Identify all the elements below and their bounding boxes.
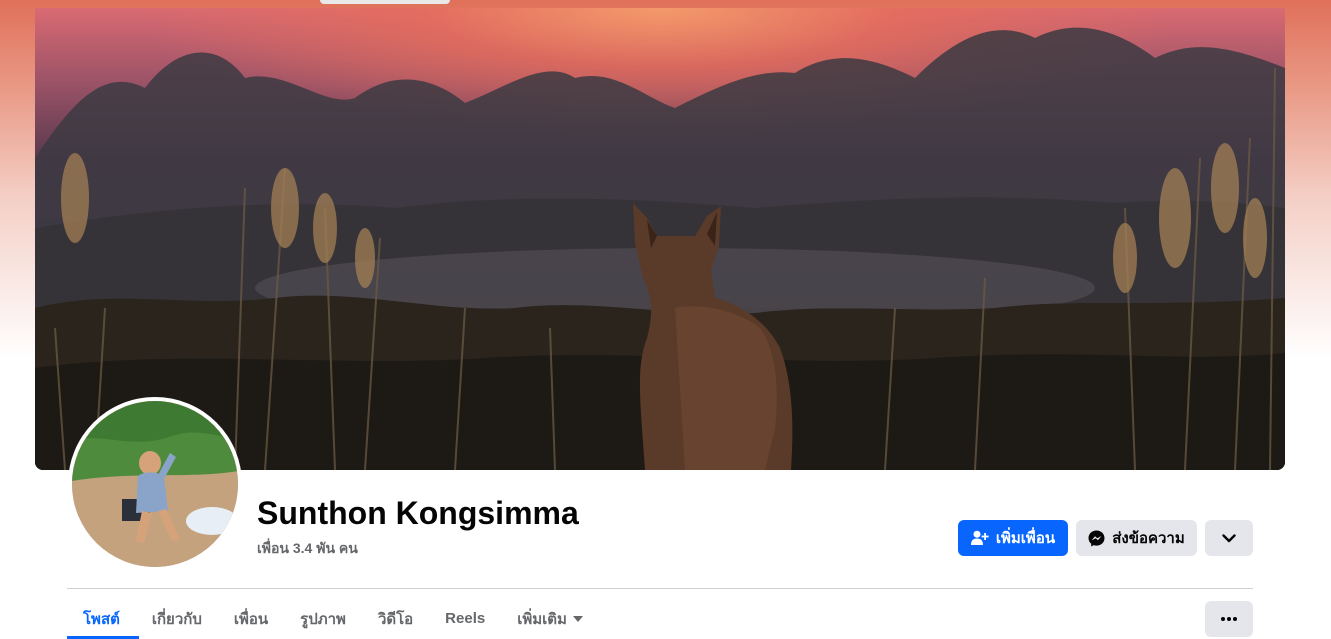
chevron-down-icon <box>1222 533 1236 542</box>
cover-photo[interactable] <box>35 8 1285 470</box>
profile-divider <box>67 588 1253 589</box>
tab-photos[interactable]: รูปภาพ <box>284 599 362 639</box>
tab-videos[interactable]: วิดีโอ <box>362 599 429 639</box>
cover-photo-art <box>35 27 1285 470</box>
avatar-photo <box>72 401 238 567</box>
tab-label: วิดีโอ <box>377 610 414 628</box>
tab-friends[interactable]: เพื่อน <box>218 599 284 639</box>
message-label: ส่งข้อความ <box>1112 530 1185 547</box>
tab-about[interactable]: เกี่ยวกับ <box>136 599 218 639</box>
profile-tabs: โพสต์ เกี่ยวกับ เพื่อน รูปภาพ วิดีโอ Ree… <box>67 598 599 639</box>
tabs-overflow-button[interactable] <box>1205 601 1253 637</box>
messenger-icon <box>1088 530 1105 546</box>
profile-options-button[interactable] <box>1205 520 1253 556</box>
caret-down-icon <box>572 615 583 622</box>
tab-label: Reels <box>445 610 486 627</box>
profile-name: Sunthon Kongsimma <box>257 495 579 531</box>
tab-reels[interactable]: Reels <box>429 599 501 639</box>
add-friend-button[interactable]: เพิ่มเพื่อน <box>958 520 1068 556</box>
message-button[interactable]: ส่งข้อความ <box>1076 520 1197 556</box>
friends-count[interactable]: เพื่อน 3.4 พัน คน <box>257 538 358 560</box>
avatar[interactable] <box>72 401 238 567</box>
tab-label: รูปภาพ <box>300 610 346 628</box>
tab-label: โพสต์ <box>83 610 120 628</box>
tab-label: เกี่ยวกับ <box>151 610 202 628</box>
tab-more[interactable]: เพิ่มเติม <box>501 599 599 639</box>
ellipsis-icon <box>1221 617 1237 621</box>
tab-label: เพื่อน <box>233 610 269 628</box>
person-plus-icon <box>970 530 989 545</box>
tab-label: เพิ่มเติม <box>517 610 567 628</box>
tab-posts[interactable]: โพสต์ <box>67 599 136 639</box>
top-bar-edge <box>320 0 450 4</box>
add-friend-label: เพิ่มเพื่อน <box>995 530 1056 547</box>
